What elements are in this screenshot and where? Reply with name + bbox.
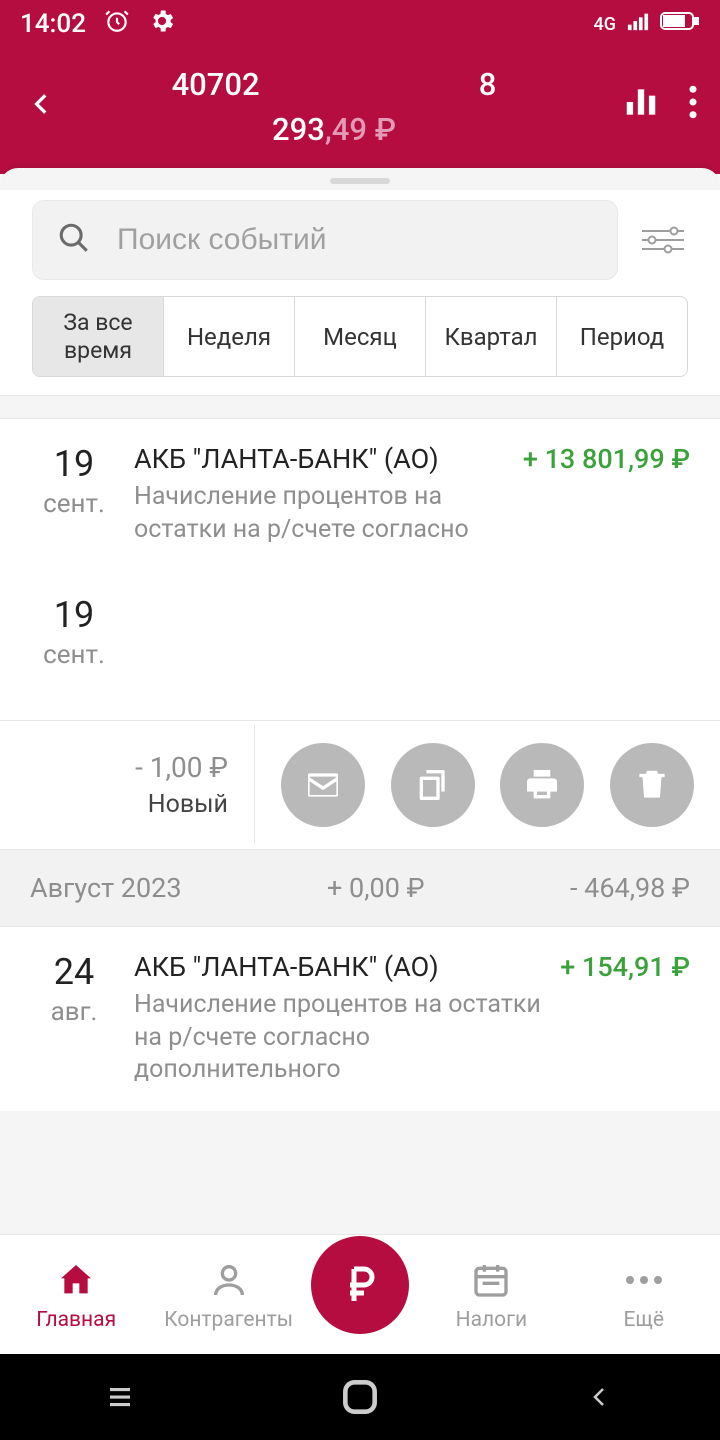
- more-icon: [624, 1258, 664, 1302]
- sysnav-back[interactable]: [550, 1380, 650, 1414]
- nav-contractors[interactable]: Контрагенты: [159, 1258, 299, 1332]
- transaction-row[interactable]: 19 сент. АКБ "ЛАНТА-БАНК" (АО) Начислени…: [0, 419, 720, 570]
- transaction-date: 19 сент.: [32, 594, 116, 670]
- transaction-amount: + 13 801,99 ₽: [523, 443, 690, 546]
- content-sheet: За все время Неделя Месяц Квартал Период…: [0, 168, 720, 1234]
- copy-action[interactable]: [391, 743, 475, 827]
- nav-home[interactable]: Главная: [6, 1258, 146, 1332]
- back-button[interactable]: [22, 84, 62, 124]
- fab-ruble[interactable]: [311, 1236, 409, 1334]
- month-label: Август 2023: [30, 872, 182, 904]
- transaction-expanded: - 1,00 ₽ Новый: [0, 720, 720, 849]
- nav-more[interactable]: Ещё: [574, 1258, 714, 1332]
- transaction-date: 19 сент.: [32, 443, 116, 546]
- month-inflow: + 0,00 ₽: [327, 872, 424, 904]
- transaction-date: 24 авг.: [32, 951, 116, 1087]
- transaction-row[interactable]: 24 авг. АКБ "ЛАНТА-БАНК" (АО) Начисление…: [0, 927, 720, 1111]
- segment-period[interactable]: Период: [557, 297, 687, 376]
- account-balance: 293,49 ₽: [272, 111, 396, 148]
- home-icon: [56, 1258, 96, 1302]
- period-segments: За все время Неделя Месяц Квартал Период: [32, 296, 688, 377]
- month-outflow: - 464,98 ₽: [570, 872, 690, 904]
- sysnav-recent[interactable]: [70, 1382, 170, 1412]
- system-nav-bar: [0, 1354, 720, 1440]
- transaction-desc: Начисление процентов на остатки на р/сче…: [134, 481, 505, 546]
- transaction-row[interactable]: 19 сент.: [0, 570, 720, 720]
- print-action[interactable]: [500, 743, 584, 827]
- settings-icon: [148, 7, 176, 42]
- search-input[interactable]: [117, 223, 593, 257]
- more-menu-icon[interactable]: [688, 85, 698, 123]
- app-header: 40702 8 293,49 ₽: [0, 48, 720, 174]
- network-label: 4G: [594, 14, 617, 35]
- stats-icon[interactable]: [622, 83, 660, 125]
- segment-month[interactable]: Месяц: [295, 297, 426, 376]
- delete-action[interactable]: [610, 743, 694, 827]
- transaction-desc: Начисление процентов на остатки на р/сче…: [134, 989, 542, 1087]
- search-icon: [57, 221, 91, 259]
- drag-handle[interactable]: [330, 178, 390, 184]
- segment-week[interactable]: Неделя: [164, 297, 295, 376]
- segment-all-time[interactable]: За все время: [33, 297, 164, 376]
- battery-icon: [660, 9, 700, 39]
- account-number-right: 8: [479, 66, 497, 103]
- person-icon: [209, 1258, 249, 1302]
- transaction-title: АКБ "ЛАНТА-БАНК" (АО): [134, 443, 505, 475]
- month-summary: Август 2023 + 0,00 ₽ - 464,98 ₽: [0, 849, 720, 927]
- alarm-icon: [104, 8, 130, 41]
- transaction-amount: + 154,91 ₽: [560, 951, 690, 1087]
- signal-icon: [626, 9, 650, 39]
- nav-taxes[interactable]: Налоги: [421, 1258, 561, 1332]
- segment-quarter[interactable]: Квартал: [426, 297, 557, 376]
- search-box[interactable]: [32, 200, 618, 280]
- transaction-title: АКБ "ЛАНТА-БАНК" (АО): [134, 951, 542, 983]
- sysnav-home[interactable]: [310, 1375, 410, 1419]
- selected-status: Новый: [26, 790, 228, 819]
- status-bar: 14:02 4G: [0, 0, 720, 48]
- filter-button[interactable]: [628, 223, 698, 257]
- mail-action[interactable]: [281, 743, 365, 827]
- status-time: 14:02: [20, 9, 86, 39]
- calendar-icon: [471, 1258, 511, 1302]
- account-number-left: 40702: [172, 66, 260, 103]
- bottom-nav: Главная Контрагенты Налоги Ещё: [0, 1234, 720, 1354]
- selected-amount: - 1,00 ₽: [26, 751, 228, 784]
